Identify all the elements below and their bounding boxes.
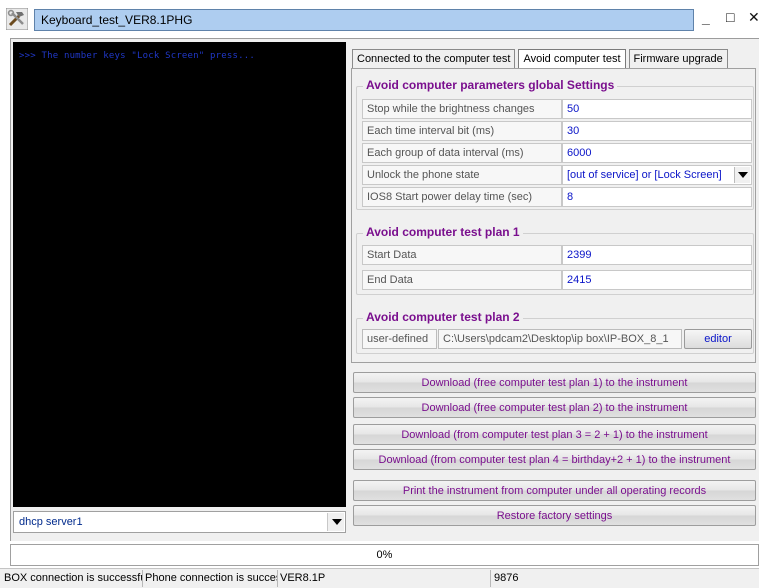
group-interval-input[interactable]: 6000 — [562, 143, 752, 163]
start-data-input[interactable]: 2399 — [562, 245, 752, 265]
download-plan1-button[interactable]: Download (free computer test plan 1) to … — [353, 372, 756, 393]
setting-row-group-interval: Each group of data interval (ms) 6000 — [362, 143, 752, 163]
close-button[interactable]: ✕ — [748, 9, 759, 26]
setting-label: Start Data — [362, 245, 562, 265]
ios8-delay-input[interactable]: 8 — [562, 187, 752, 207]
editor-button[interactable]: editor — [684, 329, 752, 349]
window-title: Keyboard_test_VER8.1PHG — [34, 9, 694, 31]
download-plan4-button[interactable]: Download (from computer test plan 4 = bi… — [353, 449, 756, 470]
port-select[interactable]: dhcp server1 — [13, 511, 346, 533]
user-defined-label: user-defined — [362, 329, 437, 349]
plan1-end-row: End Data 2415 — [362, 270, 752, 290]
tab-bar: Connected to the computer test Avoid com… — [352, 49, 731, 69]
chevron-down-icon[interactable] — [734, 167, 750, 183]
brightness-input[interactable]: 50 — [562, 99, 752, 119]
setting-row-brightness: Stop while the brightness changes 50 — [362, 99, 752, 119]
status-divider — [277, 570, 278, 587]
box-status: BOX connection is successful — [4, 572, 142, 584]
restore-factory-button[interactable]: Restore factory settings — [353, 505, 756, 526]
status-divider — [490, 570, 491, 587]
download-plan3-button[interactable]: Download (from computer test plan 3 = 2 … — [353, 424, 756, 445]
print-records-button[interactable]: Print the instrument from computer under… — [353, 480, 756, 501]
phone-status: Phone connection is successful — [145, 572, 278, 584]
tab-firmware-upgrade[interactable]: Firmware upgrade — [628, 49, 728, 68]
progress-text: 0% — [376, 549, 393, 561]
group-title: Avoid computer test plan 1 — [363, 225, 523, 239]
setting-label: Each group of data interval (ms) — [362, 143, 562, 163]
download-plan2-button[interactable]: Download (free computer test plan 2) to … — [353, 397, 756, 418]
console-line: >>> The number keys "Lock Screen" press.… — [19, 51, 255, 61]
setting-row-unlock-state: Unlock the phone state [out of service] … — [362, 165, 752, 185]
setting-label: Each time interval bit (ms) — [362, 121, 562, 141]
end-data-input[interactable]: 2415 — [562, 270, 752, 290]
minimize-button[interactable]: _ — [702, 10, 710, 26]
title-bar: Keyboard_test_VER8.1PHG _ □ ✕ — [0, 0, 759, 36]
tab-connected-test[interactable]: Connected to the computer test — [352, 49, 516, 68]
unlock-state-value: [out of service] or [Lock Screen] — [567, 169, 722, 181]
setting-label: IOS8 Start power delay time (sec) — [362, 187, 562, 207]
port-select-value: dhcp server1 — [19, 516, 83, 528]
version-status: VER8.1P — [280, 572, 326, 584]
setting-row-ios8-delay: IOS8 Start power delay time (sec) 8 — [362, 187, 752, 207]
tab-avoid-computer-test[interactable]: Avoid computer test — [518, 49, 626, 69]
setting-label: Unlock the phone state — [362, 165, 562, 185]
group-title: Avoid computer parameters global Setting… — [363, 78, 618, 92]
hammer-tools-icon — [5, 7, 29, 31]
unlock-state-select[interactable]: [out of service] or [Lock Screen] — [562, 165, 752, 185]
log-console[interactable]: >>> The number keys "Lock Screen" press.… — [13, 42, 346, 507]
setting-label: Stop while the brightness changes — [362, 99, 562, 119]
setting-row-time-interval: Each time interval bit (ms) 30 — [362, 121, 752, 141]
chevron-down-icon[interactable] — [327, 513, 344, 531]
progress-bar: 0% — [10, 544, 759, 566]
group-title: Avoid computer test plan 2 — [363, 310, 523, 324]
status-bar: BOX connection is successful Phone conne… — [0, 568, 759, 588]
code-status: 9876 — [494, 572, 519, 584]
time-interval-input[interactable]: 30 — [562, 121, 752, 141]
maximize-button[interactable]: □ — [726, 9, 734, 25]
status-divider — [142, 570, 143, 587]
plan1-start-row: Start Data 2399 — [362, 245, 752, 265]
setting-label: End Data — [362, 270, 562, 290]
plan-file-path[interactable]: C:\Users\pdcam2\Desktop\ip box\IP-BOX_8_… — [438, 329, 682, 349]
